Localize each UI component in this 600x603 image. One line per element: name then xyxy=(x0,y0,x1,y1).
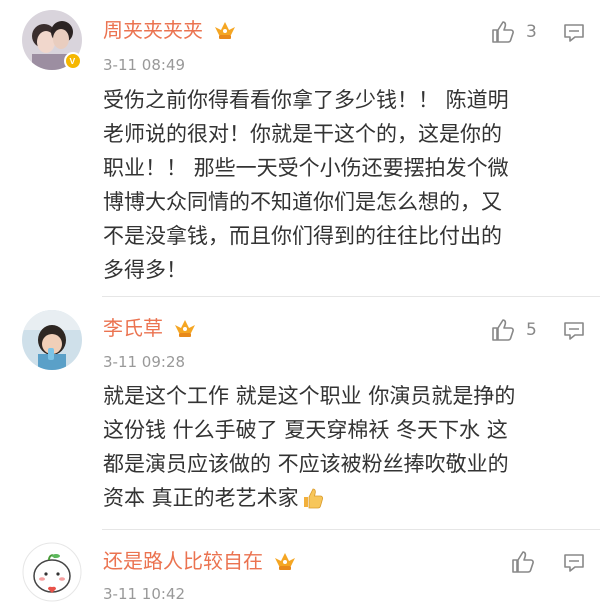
username-text[interactable]: 还是路人比较自在 xyxy=(103,549,263,573)
reply-icon[interactable] xyxy=(563,23,585,43)
comment-text: 就是这个工作 就是这个职业 你演员就是挣的 这份钱 什么手破了 夏天穿棉袄 冬天… xyxy=(103,379,515,515)
verified-badge-icon: V xyxy=(64,52,82,70)
comment-line: 资本 真正的老艺术家 xyxy=(103,481,515,515)
comment-text: 受伤之前你得看看你拿了多少钱！！ 陈道明 老师说的很对！你就是干这个的，这是你的… xyxy=(103,83,509,287)
comment-line: 老师说的很对！你就是干这个的，这是你的 xyxy=(103,122,502,146)
comment-line: 就是这个工作 就是这个职业 你演员就是挣的 xyxy=(103,384,516,408)
username[interactable]: 周夹夹夹夹 xyxy=(103,18,237,42)
like-count: 3 xyxy=(526,22,537,42)
avatar[interactable] xyxy=(22,310,82,370)
reply-icon[interactable] xyxy=(563,553,585,573)
svg-text:V: V xyxy=(70,56,76,66)
username-text[interactable]: 李氏草 xyxy=(103,316,163,340)
comment-line-text: 资本 真正的老艺术家 xyxy=(103,486,299,510)
comment-line: 受伤之前你得看看你拿了多少钱！！ 陈道明 xyxy=(103,88,509,112)
comment-time: 3-11 10:42 xyxy=(103,585,186,603)
comment-line: 不是没拿钱，而且你们得到的往往比付出的 xyxy=(103,224,502,248)
like-button[interactable]: 5 xyxy=(490,317,537,343)
crown-badge-icon xyxy=(215,22,236,39)
avatar[interactable] xyxy=(22,542,82,602)
thumbs-up-icon xyxy=(492,319,514,341)
like-count: 5 xyxy=(526,320,537,340)
comment-item: 还是路人比较自在 3-11 10:42 xyxy=(0,530,600,603)
comment-line: 这份钱 什么手破了 夏天穿棉袄 冬天下水 这 xyxy=(103,418,508,442)
username-text[interactable]: 周夹夹夹夹 xyxy=(103,18,203,42)
thumbs-up-emoji-icon xyxy=(303,488,323,509)
thumbs-up-icon xyxy=(492,21,514,43)
crown-badge-icon xyxy=(275,553,296,570)
username[interactable]: 还是路人比较自在 xyxy=(103,549,297,573)
comment-line: 博博大众同情的不知道你们是怎么想的，又 xyxy=(103,190,502,214)
comment-line: 多得多！ xyxy=(103,258,187,282)
like-button[interactable] xyxy=(510,549,536,575)
reply-icon[interactable] xyxy=(563,321,585,341)
comment-item: V 周夹夹夹夹 3-11 08:49 3 受伤之前你得看看你拿了多少钱！！ 陈道… xyxy=(0,0,600,296)
comment-time: 3-11 08:49 xyxy=(103,56,186,74)
crown-badge-icon xyxy=(175,320,196,337)
username[interactable]: 李氏草 xyxy=(103,316,197,340)
comment-line: 都是演员应该做的 不应该被粉丝捧吹敬业的 xyxy=(103,452,509,476)
comment-time: 3-11 09:28 xyxy=(103,353,186,371)
comment-item: 李氏草 3-11 09:28 5 就是这个工作 就是这个职业 你演员就是挣的 这… xyxy=(0,297,600,529)
thumbs-up-icon xyxy=(512,551,534,573)
like-button[interactable]: 3 xyxy=(490,19,537,45)
comment-line: 职业！！ 那些一天受个小伤还要摆拍发个微 xyxy=(103,156,509,180)
